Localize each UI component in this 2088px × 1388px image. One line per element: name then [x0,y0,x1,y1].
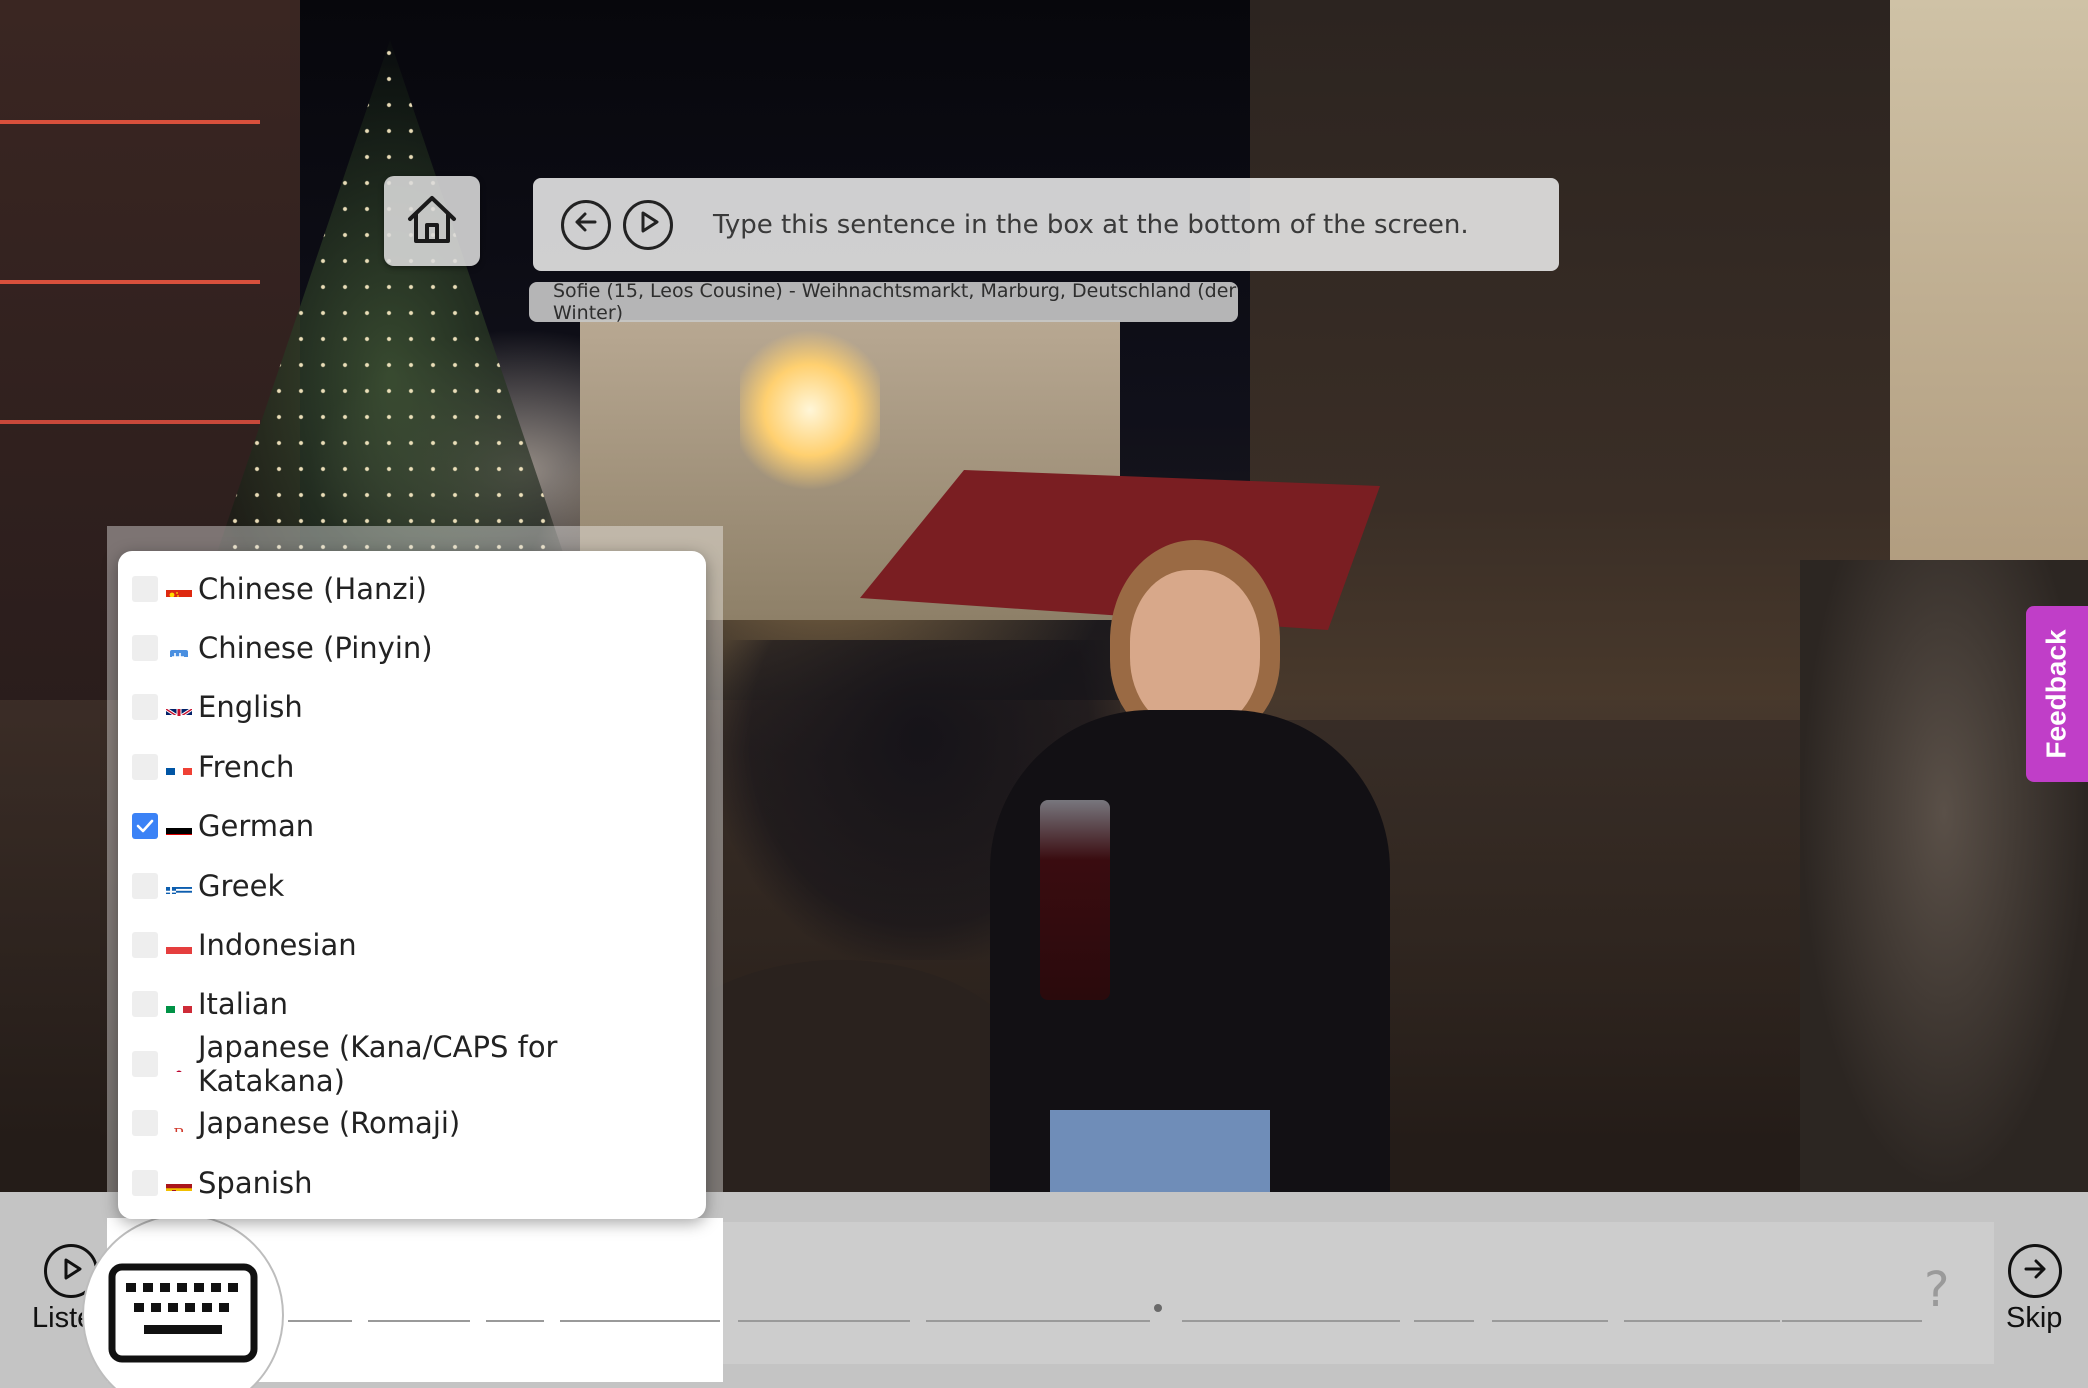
uk-flag-icon [166,699,192,716]
word-blank[interactable] [486,1320,544,1322]
word-blank[interactable] [1624,1320,1780,1322]
checkbox[interactable] [132,575,158,602]
word-blank[interactable] [926,1320,1150,1322]
checkbox[interactable] [132,635,158,662]
word-blank[interactable] [1182,1320,1400,1322]
language-option-japanese-kana[interactable]: Japanese (Kana/CAPS for Katakana) [118,1030,706,1098]
word-blank[interactable] [738,1320,910,1322]
language-option-english[interactable]: English [118,678,706,737]
word-blank[interactable] [1414,1320,1474,1322]
language-label: German [198,809,315,844]
language-label: Italian [198,987,288,1022]
home-button[interactable] [384,176,480,266]
pinyin-icon [166,640,192,657]
checkbox-checked[interactable] [132,813,158,840]
arrow-right-circle-icon [2020,1254,2050,1289]
speaker-caption-text: Sofie (15, Leos Cousine) - Weihnachtsmar… [553,280,1237,324]
checkbox[interactable] [132,753,158,780]
checkbox[interactable] [132,1169,158,1196]
sentence-period [1154,1304,1162,1312]
hint-button[interactable]: ? [1924,1262,1949,1318]
language-option-spanish[interactable]: Spanish [118,1153,706,1212]
checkbox[interactable] [132,932,158,959]
romaji-icon: R [166,1115,192,1132]
checkbox[interactable] [132,1050,158,1077]
instruction-bar: Type this sentence in the box at the bot… [533,178,1559,271]
play-sentence-button[interactable] [623,199,673,250]
keyboard-icon [108,1263,258,1368]
word-blank[interactable] [1782,1320,1922,1322]
greece-flag-icon [166,877,192,895]
language-label: Japanese (Kana/CAPS for Katakana) [198,1029,558,1098]
feedback-tab[interactable]: Feedback [2026,606,2088,782]
speaker-person [990,540,1390,1192]
germany-flag-icon [166,818,192,835]
language-option-indonesian[interactable]: Indonesian [118,915,706,974]
language-label: Chinese (Hanzi) [198,571,427,606]
language-option-greek[interactable]: Greek [118,856,706,915]
language-label: Japanese (Romaji) [198,1106,461,1141]
italy-flag-icon [166,996,192,1013]
svg-text:R: R [173,1125,185,1132]
france-flag-icon [166,758,192,776]
checkbox[interactable] [132,694,158,721]
light-star [740,320,880,500]
checkbox[interactable] [132,1110,158,1137]
play-circle-icon [633,207,663,242]
skip-button[interactable] [2008,1244,2062,1298]
language-option-chinese-hanzi[interactable]: Chinese (Hanzi) [118,559,706,618]
spain-flag-icon [166,1174,192,1192]
language-label: Greek [198,868,285,903]
play-circle-icon [56,1254,86,1289]
back-button[interactable] [561,199,611,250]
language-label: Indonesian [198,928,357,963]
feedback-label[interactable]: Feedback [2041,629,2073,758]
language-option-french[interactable]: French [118,737,706,796]
language-option-german[interactable]: German [118,797,706,856]
skip-label[interactable]: Skip [2006,1302,2062,1335]
china-flag-icon [166,580,192,598]
language-label: French [198,749,295,784]
word-blank[interactable] [368,1320,470,1322]
home-icon [402,189,462,254]
language-option-italian[interactable]: Italian [118,975,706,1034]
language-option-japanese-romaji[interactable]: R Japanese (Romaji) [118,1094,706,1153]
arrow-left-circle-icon [571,207,601,242]
language-label: Spanish [198,1165,313,1200]
indonesia-flag-icon [166,937,192,954]
speaker-caption: Sofie (15, Leos Cousine) - Weihnachtsmar… [529,280,1238,324]
word-blank[interactable] [560,1320,720,1322]
japan-flag-icon [166,1055,192,1073]
language-dropdown: Chinese (Hanzi) Chinese (Pinyin) English… [118,551,706,1219]
language-label: English [198,690,303,725]
language-option-chinese-pinyin[interactable]: Chinese (Pinyin) [118,618,706,677]
checkbox[interactable] [132,991,158,1018]
word-blank[interactable] [288,1320,352,1322]
language-label: Chinese (Pinyin) [198,631,433,666]
word-blank[interactable] [1492,1320,1608,1322]
instruction-text: Type this sentence in the box at the bot… [713,209,1469,240]
checkbox[interactable] [132,872,158,899]
listen-label[interactable]: Listen [32,1302,84,1335]
